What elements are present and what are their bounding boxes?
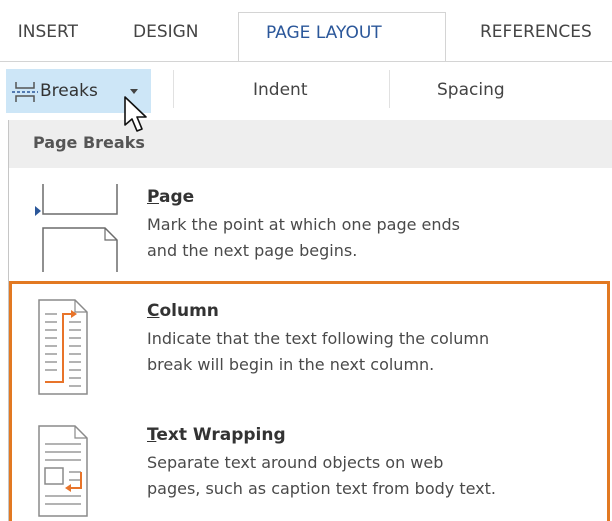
menu-item-page-break[interactable]: Page Mark the point at which one page en… xyxy=(9,168,612,278)
tab-design[interactable]: DESIGN xyxy=(133,22,199,42)
tab-page-layout-label: PAGE LAYOUT xyxy=(266,23,382,43)
description-line: Mark the point at which one page ends xyxy=(147,215,461,234)
description-line: and the next page begins. xyxy=(147,241,358,260)
mouse-pointer-icon xyxy=(124,96,147,132)
spacing-label: Spacing xyxy=(437,80,505,100)
tab-references[interactable]: REFERENCES xyxy=(480,22,592,42)
tab-page-layout[interactable]: PAGE LAYOUT xyxy=(238,12,446,62)
chevron-down-icon[interactable] xyxy=(130,89,138,94)
ribbon-separator xyxy=(389,70,390,108)
indent-label: Indent xyxy=(253,80,308,100)
tab-insert[interactable]: INSERT xyxy=(0,22,78,42)
menu-item-title: Page xyxy=(147,186,194,208)
breaks-label: Breaks xyxy=(40,81,98,101)
menu-section-header: Page Breaks xyxy=(9,120,612,168)
ribbon-separator xyxy=(173,70,174,108)
tab-insert-label: INSERT xyxy=(17,22,78,42)
menu-section-title: Page Breaks xyxy=(33,133,145,152)
highlight-box xyxy=(9,281,610,521)
accelerator-key: P xyxy=(147,187,160,207)
menu-item-description: Mark the point at which one page ends an… xyxy=(147,212,609,264)
breaks-icon xyxy=(12,82,38,102)
page-break-icon xyxy=(35,184,118,272)
title-rest: age xyxy=(159,187,195,207)
ribbon-tab-bar: INSERT DESIGN PAGE LAYOUT REFERENCES xyxy=(0,0,612,62)
